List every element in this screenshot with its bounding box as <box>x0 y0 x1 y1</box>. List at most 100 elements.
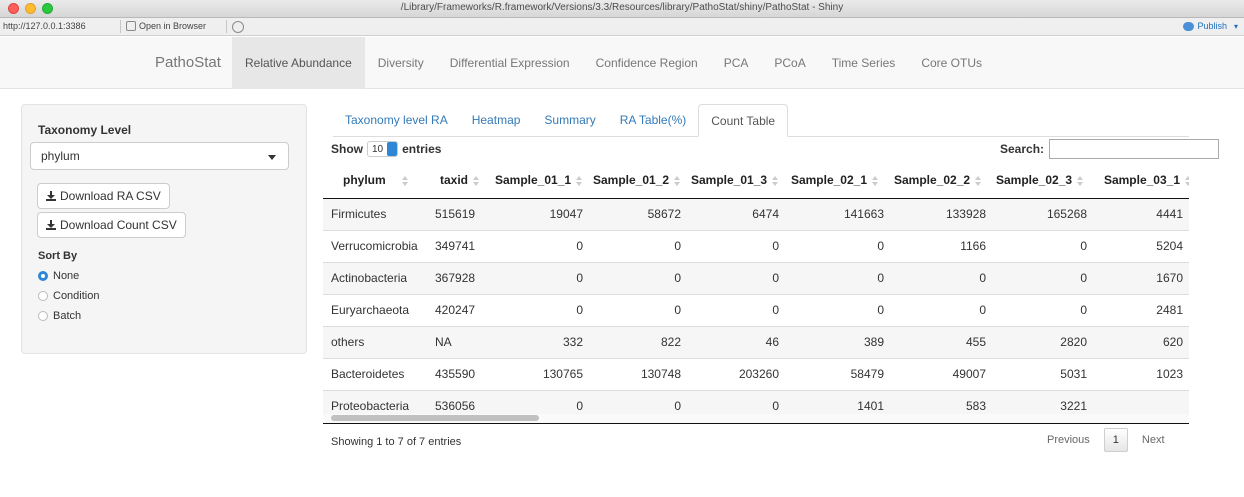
column-header-sample-01-2[interactable]: Sample_01_2 <box>589 162 687 199</box>
tab-heatmap[interactable]: Heatmap <box>460 104 533 137</box>
download-ra-csv-label: Download RA CSV <box>60 189 161 203</box>
table-cell: 620 <box>1093 325 1189 358</box>
table-cell: 130748 <box>589 357 687 390</box>
app-brand[interactable]: PathoStat <box>155 54 221 71</box>
sort-option-label: Batch <box>53 310 82 322</box>
table-cell: Firmicutes <box>323 197 425 230</box>
nav-confidence-region[interactable]: Confidence Region <box>583 37 711 89</box>
tab-summary[interactable]: Summary <box>532 104 607 137</box>
table-cell: 0 <box>491 261 589 294</box>
tab-ra-table[interactable]: RA Table(%) <box>608 104 698 137</box>
next-page-button[interactable]: Next <box>1132 428 1175 452</box>
sort-option-none[interactable]: None <box>38 270 79 282</box>
table-length-control: Show 10 entries <box>331 141 441 157</box>
radio-button[interactable] <box>38 271 48 281</box>
table-cell: 435590 <box>425 357 491 390</box>
publish-label: Publish <box>1197 21 1227 31</box>
radio-button[interactable] <box>38 311 48 321</box>
table-row: Euryarchaeota 420247 0 0 0 0 0 0 2481 <box>323 293 1189 326</box>
table-cell: 0 <box>491 229 589 262</box>
nav-time-series[interactable]: Time Series <box>819 37 909 89</box>
page-1-button[interactable]: 1 <box>1103 428 1128 452</box>
table-cell: Proteobacteria <box>323 389 425 414</box>
search-label: Search: <box>1000 142 1045 156</box>
caret-down-icon <box>268 155 276 160</box>
table-cell: 389 <box>785 325 890 358</box>
column-header-sample-03-1[interactable]: Sample_03_1 <box>1093 162 1189 199</box>
count-table: phylum taxid Sample_01_1 Sample_01_2 Sam… <box>323 162 1189 414</box>
scrollbar-thumb[interactable] <box>331 415 539 421</box>
entries-length-select[interactable]: 10 <box>367 141 399 157</box>
nav-relative-abundance[interactable]: Relative Abundance <box>232 37 365 89</box>
nav-differential-expression[interactable]: Differential Expression <box>437 37 583 89</box>
table-cell: 332 <box>491 325 589 358</box>
table-cell: 0 <box>589 261 687 294</box>
column-header-sample-02-1[interactable]: Sample_02_1 <box>785 162 890 199</box>
table-row: Firmicutes 515619 19047 58672 6474 14166… <box>323 197 1189 230</box>
sort-icon <box>1077 175 1084 186</box>
table-cell: 0 <box>992 293 1093 326</box>
sidebar-panel: Taxonomy Level phylum Download RA CSV Do… <box>21 104 307 354</box>
table-cell: 0 <box>687 389 785 414</box>
taxonomy-level-label: Taxonomy Level <box>38 123 132 137</box>
sort-option-condition[interactable]: Condition <box>38 290 99 302</box>
nav-core-otus[interactable]: Core OTUs <box>908 37 995 89</box>
sort-option-label: None <box>53 270 80 282</box>
table-cell: 515619 <box>425 197 491 230</box>
table-cell: 5204 <box>1093 229 1189 262</box>
nav-diversity[interactable]: Diversity <box>365 37 437 89</box>
table-cell: 0 <box>890 293 992 326</box>
sort-option-batch[interactable]: Batch <box>38 310 81 322</box>
column-header-phylum[interactable]: phylum <box>323 162 425 199</box>
table-row: Actinobacteria 367928 0 0 0 0 0 0 1670 <box>323 261 1189 294</box>
table-header-row: phylum taxid Sample_01_1 Sample_01_2 Sam… <box>323 162 1189 199</box>
table-cell: 0 <box>491 389 589 414</box>
table-cell: 0 <box>992 261 1093 294</box>
taxonomy-level-select[interactable]: phylum <box>30 142 289 170</box>
table-cell: 4441 <box>1093 197 1189 230</box>
refresh-icon[interactable] <box>232 21 244 33</box>
table-cell: 0 <box>687 261 785 294</box>
download-count-csv-button[interactable]: Download Count CSV <box>37 212 186 238</box>
table-cell: Euryarchaeota <box>323 293 425 326</box>
download-ra-csv-button[interactable]: Download RA CSV <box>37 183 170 209</box>
tab-count-table[interactable]: Count Table <box>698 104 789 137</box>
table-cell: 0 <box>992 229 1093 262</box>
radio-button[interactable] <box>38 291 48 301</box>
taxonomy-level-value: phylum <box>41 149 80 163</box>
column-header-sample-02-2[interactable]: Sample_02_2 <box>890 162 992 199</box>
nav-pca[interactable]: PCA <box>711 37 762 89</box>
search-input[interactable] <box>1049 139 1220 159</box>
sort-icon <box>674 175 681 186</box>
table-cell: 367928 <box>425 261 491 294</box>
window-title: /Library/Frameworks/R.framework/Versions… <box>400 2 844 13</box>
table-cell: 2481 <box>1093 293 1189 326</box>
toolbar-divider <box>120 20 121 33</box>
previous-page-button[interactable]: Previous <box>1037 428 1100 452</box>
tab-taxonomy-level-ra[interactable]: Taxonomy level RA <box>333 104 460 137</box>
open-in-browser-button[interactable]: Open in Browser <box>126 21 206 31</box>
table-cell: 133928 <box>890 197 992 230</box>
table-cell: 536056 <box>425 389 491 414</box>
nav-pcoa[interactable]: PCoA <box>761 37 818 89</box>
sort-option-label: Condition <box>53 290 100 302</box>
column-header-sample-01-3[interactable]: Sample_01_3 <box>687 162 785 199</box>
table-info: Showing 1 to 7 of 7 entries <box>331 436 462 448</box>
table-cell: 49007 <box>890 357 992 390</box>
horizontal-scrollbar[interactable] <box>323 414 1189 423</box>
download-icon <box>46 191 56 201</box>
publish-button[interactable]: Publish ▾ <box>1183 21 1238 31</box>
window-titlebar: /Library/Frameworks/R.framework/Versions… <box>0 0 1244 18</box>
table-cell: 1670 <box>1093 261 1189 294</box>
column-header-sample-02-3[interactable]: Sample_02_3 <box>992 162 1093 199</box>
column-header-taxid[interactable]: taxid <box>425 162 491 199</box>
table-cell: 583 <box>890 389 992 414</box>
pagination: Previous 1 Next <box>1037 428 1175 452</box>
nav-tabs: Relative Abundance Diversity Differentia… <box>232 37 995 89</box>
table-row: Verrucomicrobia 349741 0 0 0 0 1166 0 52… <box>323 229 1189 262</box>
column-header-sample-01-1[interactable]: Sample_01_1 <box>491 162 589 199</box>
app-navbar: PathoStat Relative Abundance Diversity D… <box>0 37 1244 89</box>
table-cell: Actinobacteria <box>323 261 425 294</box>
sort-icon <box>872 175 878 186</box>
publish-icon <box>1183 21 1195 31</box>
